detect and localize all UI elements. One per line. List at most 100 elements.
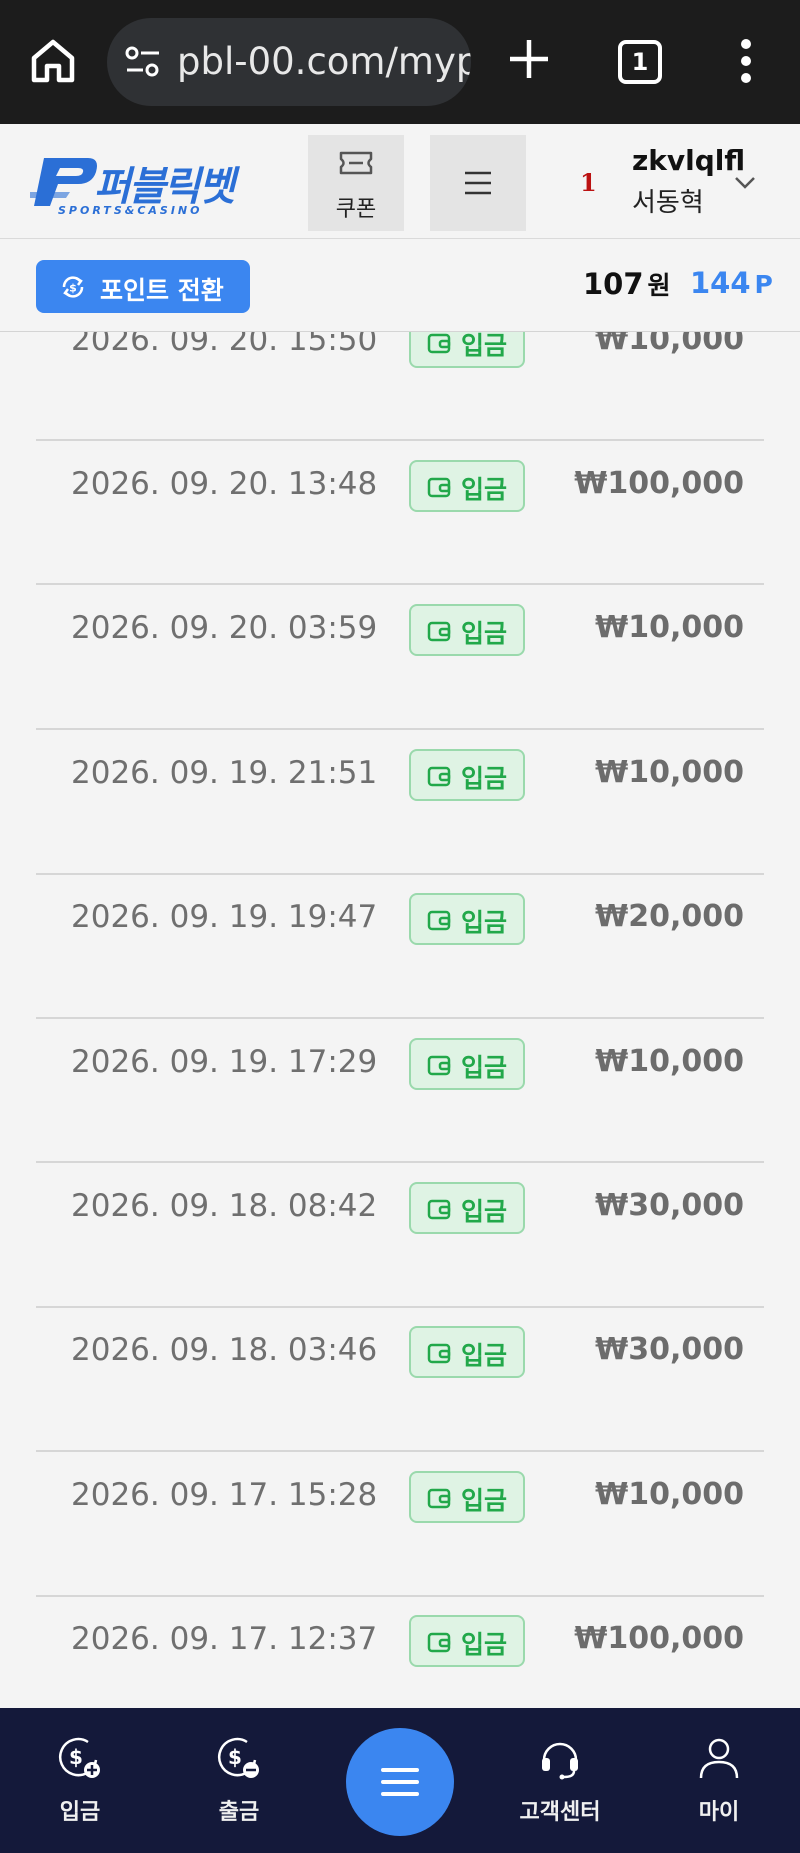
list-item: 2026. 09. 17. 15:28 입금 ₩10,000 xyxy=(36,1471,764,1619)
row-divider xyxy=(36,1161,764,1163)
chevron-down-icon[interactable] xyxy=(734,176,756,190)
transaction-type: 입금 xyxy=(461,1197,508,1226)
transaction-type: 입금 xyxy=(461,764,508,793)
row-divider xyxy=(36,1017,764,1019)
deposit-badge: 입금 xyxy=(409,1038,525,1090)
address-bar[interactable]: pbl-00.com/mypa xyxy=(107,18,471,106)
list-item: 2026. 09. 19. 21:51 입금 ₩10,000 xyxy=(36,749,764,897)
wallet-icon xyxy=(427,1055,451,1076)
row-divider xyxy=(36,1450,764,1452)
points-bar: $ 포인트 전환 107 원 144 P xyxy=(0,239,800,332)
wallet-icon xyxy=(427,333,451,354)
transaction-type: 입금 xyxy=(461,1341,508,1370)
list-item: 2026. 09. 19. 19:47 입금 ₩20,000 xyxy=(36,893,764,1041)
deposit-badge: 입금 xyxy=(409,893,525,945)
list-item: 2026. 09. 19. 17:29 입금 ₩10,000 xyxy=(36,1038,764,1186)
brand-logo[interactable]: 퍼블릭벳 SPORTS&CASINO xyxy=(30,154,236,220)
cash-balance: 107 원 xyxy=(583,266,671,302)
coupon-button[interactable]: 쿠폰 xyxy=(308,135,404,231)
username[interactable]: zkvlqlfl xyxy=(632,144,745,177)
list-item: 2026. 09. 18. 03:46 입금 ₩30,000 xyxy=(36,1326,764,1474)
nav-withdraw-label: 출금 xyxy=(218,1800,260,1825)
wallet-icon xyxy=(427,910,451,931)
transaction-date: 2026. 09. 19. 21:51 xyxy=(71,755,378,791)
headset-icon xyxy=(542,1742,578,1780)
list-item: 2026. 09. 17. 12:37 입금 ₩100,000 xyxy=(36,1615,764,1708)
transaction-type: 입금 xyxy=(461,332,508,360)
list-item: 2026. 09. 18. 08:42 입금 ₩30,000 xyxy=(36,1182,764,1330)
brand-subtitle: SPORTS&CASINO xyxy=(58,204,203,217)
deposit-badge: 입금 xyxy=(409,749,525,801)
nav-deposit-label: 입금 xyxy=(59,1800,101,1825)
svg-text:$: $ xyxy=(69,282,77,295)
row-divider xyxy=(36,439,764,441)
list-item: 2026. 09. 20. 13:48 입금 ₩100,000 xyxy=(36,460,764,608)
point-convert-button[interactable]: $ 포인트 전환 xyxy=(36,260,250,313)
deposit-badge: 입금 xyxy=(409,1615,525,1667)
transaction-date: 2026. 09. 18. 03:46 xyxy=(71,1332,378,1368)
point-balance-value: 144 xyxy=(690,266,751,300)
nav-my[interactable]: 마이 xyxy=(664,1736,774,1836)
row-divider xyxy=(36,1306,764,1308)
nav-deposit[interactable]: $ 입금 xyxy=(25,1736,135,1836)
transaction-date: 2026. 09. 17. 12:37 xyxy=(71,1621,378,1657)
deposit-badge: 입금 xyxy=(409,1182,525,1234)
transaction-type: 입금 xyxy=(461,1486,508,1515)
menu-button[interactable] xyxy=(430,135,526,231)
transaction-type: 입금 xyxy=(461,1053,508,1082)
point-convert-label: 포인트 전환 xyxy=(100,276,224,305)
nav-menu-button[interactable] xyxy=(346,1728,454,1836)
nav-withdraw[interactable]: $ 출금 xyxy=(184,1736,294,1836)
hamburger-icon xyxy=(381,1768,419,1796)
deposit-badge: 입금 xyxy=(409,604,525,656)
site-settings-icon[interactable] xyxy=(123,44,163,80)
user-real-name[interactable]: 서동혁 xyxy=(632,182,704,219)
ticket-icon xyxy=(339,151,373,175)
nav-support-label: 고객센터 xyxy=(519,1800,601,1825)
transaction-date: 2026. 09. 20. 15:50 xyxy=(71,332,378,358)
more-vertical-icon[interactable] xyxy=(736,38,756,84)
transaction-date: 2026. 09. 18. 08:42 xyxy=(71,1188,378,1224)
nav-support[interactable]: 고객센터 xyxy=(505,1736,615,1836)
transaction-amount: ₩10,000 xyxy=(595,1477,744,1512)
cash-balance-unit: 원 xyxy=(647,271,671,300)
user-level-badge: 1 xyxy=(580,168,597,197)
transaction-amount: ₩10,000 xyxy=(595,610,744,645)
point-balance-unit: P xyxy=(754,270,773,299)
list-item: 2026. 09. 20. 15:50 입금 ₩10,000 xyxy=(36,332,764,464)
transaction-amount: ₩10,000 xyxy=(595,1044,744,1079)
withdraw-icon: $ xyxy=(218,1737,259,1778)
wallet-icon xyxy=(427,1488,451,1509)
browser-toolbar: pbl-00.com/mypa 1 xyxy=(0,0,800,124)
logo-mark-icon xyxy=(30,158,97,206)
deposit-badge: 입금 xyxy=(409,1471,525,1523)
wallet-icon xyxy=(427,477,451,498)
row-divider xyxy=(36,1595,764,1597)
transaction-type: 입금 xyxy=(461,475,508,504)
wallet-icon xyxy=(427,621,451,642)
user-icon xyxy=(699,1738,739,1779)
transaction-amount: ₩20,000 xyxy=(595,899,744,934)
transaction-amount: ₩10,000 xyxy=(595,332,744,357)
deposit-badge: 입금 xyxy=(409,332,525,368)
list-item: 2026. 09. 20. 03:59 입금 ₩10,000 xyxy=(36,604,764,752)
exchange-coin-icon: $ xyxy=(62,276,84,298)
nav-my-label: 마이 xyxy=(698,1800,740,1825)
transaction-list[interactable]: 2026. 09. 20. 15:50 입금 ₩10,000 2026. 09.… xyxy=(0,332,800,1708)
transaction-amount: ₩30,000 xyxy=(595,1188,744,1223)
transaction-amount: ₩10,000 xyxy=(595,755,744,790)
wallet-icon xyxy=(427,766,451,787)
deposit-badge: 입금 xyxy=(409,460,525,512)
tab-switcher-button[interactable]: 1 xyxy=(618,40,662,84)
transaction-type: 입금 xyxy=(461,1630,508,1659)
home-icon[interactable] xyxy=(28,36,78,86)
wallet-icon xyxy=(427,1632,451,1653)
wallet-icon xyxy=(427,1343,451,1364)
transaction-amount: ₩30,000 xyxy=(595,1332,744,1367)
transaction-amount: ₩100,000 xyxy=(574,1621,744,1656)
bottom-navigation: $ 입금 $ 출금 고객센터 마이 xyxy=(0,1708,800,1853)
new-tab-icon[interactable] xyxy=(506,36,552,82)
transaction-type: 입금 xyxy=(461,908,508,937)
row-divider xyxy=(36,728,764,730)
transaction-date: 2026. 09. 19. 17:29 xyxy=(71,1044,378,1080)
